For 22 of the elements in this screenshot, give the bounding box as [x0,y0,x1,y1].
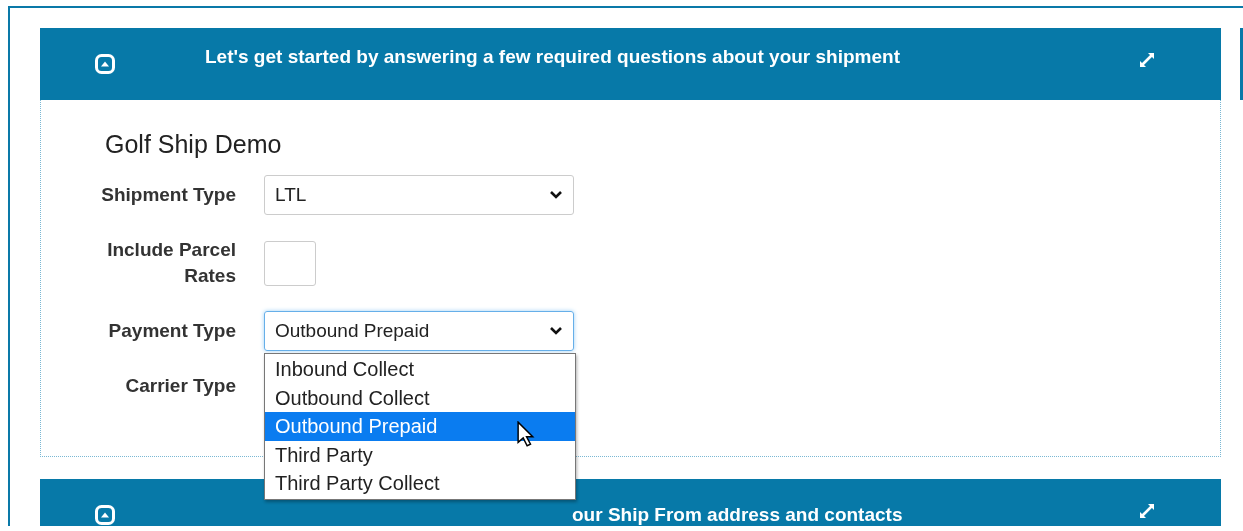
field-label: Carrier Type [124,374,236,398]
cursor-icon [517,421,535,449]
form-title: Golf Ship Demo [105,130,283,159]
dropdown-option[interactable]: Outbound Collect [265,383,575,413]
chevron-down-icon [549,326,563,336]
expand-icon[interactable] [1137,50,1157,70]
select-field[interactable]: Outbound Prepaid [264,311,574,351]
field-label: Shipment Type [100,183,236,207]
panel-title: Let's get started by answering a few required questions about your shipment [205,46,900,68]
panel-title: our Ship From address and contacts [572,504,903,526]
field-label: Include Parcel Rates [106,238,236,288]
checkbox[interactable] [264,240,316,286]
dropdown-option[interactable]: Third Party [265,440,575,470]
select-field[interactable]: LTL [264,175,574,215]
field-label: Payment Type [107,319,236,343]
collapse-icon[interactable] [95,54,115,74]
collapse-icon[interactable] [95,505,115,525]
chevron-down-icon [549,190,563,200]
dropdown-option[interactable]: Inbound Collect [265,355,575,384]
expand-icon[interactable] [1137,501,1157,521]
dropdown-option[interactable]: Outbound Prepaid [265,412,575,441]
dropdown-option[interactable]: Third Party Collect [265,469,575,498]
